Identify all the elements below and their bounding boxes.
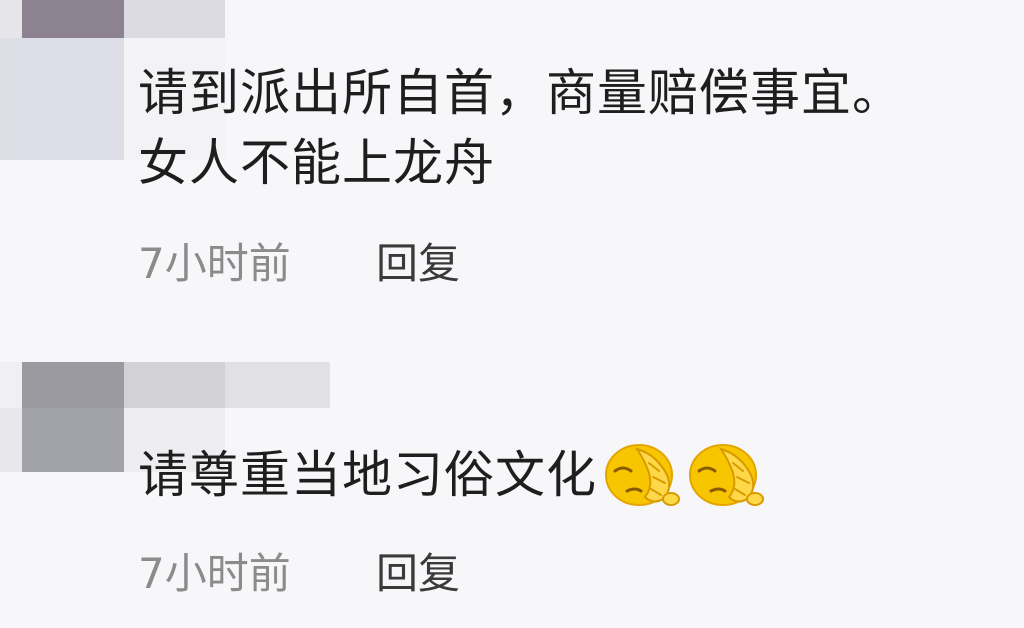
comment-text-line: 女人不能上龙舟 [138,134,495,192]
comment-meta: 7小时前 回复 [138,542,460,598]
comment-list: 请到派出所自首，商量赔偿事宜。 女人不能上龙舟 7小时前 回复 请尊重当地习俗文… [0,0,1024,628]
comment-timestamp: 7小时前 [138,238,291,288]
reply-button[interactable]: 回复 [376,230,460,291]
reply-button[interactable]: 回复 [376,540,460,601]
comment-meta: 7小时前 回复 [138,232,460,288]
comment-text: 请尊重当地习俗文化 [138,440,765,513]
comment-text-line: 请尊重当地习俗文化 [138,446,597,504]
facepalm-emoji-icon [605,443,680,506]
comment-text: 请到派出所自首，商量赔偿事宜。 女人不能上龙舟 [138,58,903,198]
comment-text-line: 请到派出所自首，商量赔偿事宜。 [138,64,903,122]
facepalm-emoji-icon [689,443,764,506]
comment-timestamp: 7小时前 [138,548,291,598]
